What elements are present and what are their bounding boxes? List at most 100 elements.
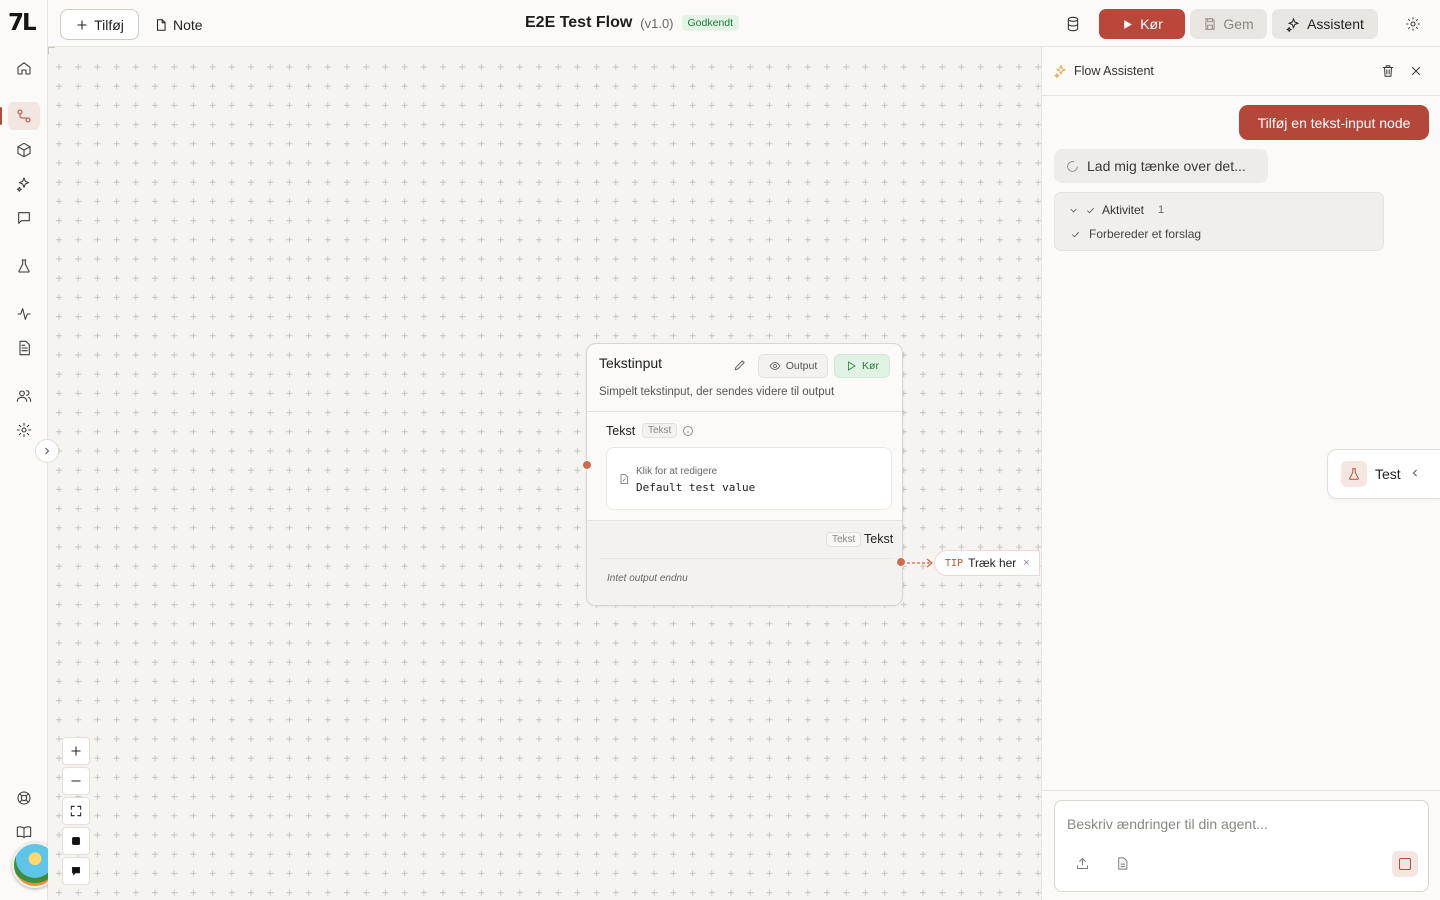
close-icon[interactable]: ×: [1023, 557, 1029, 569]
node-run-button[interactable]: Kør: [834, 354, 890, 378]
settings-button[interactable]: [1401, 12, 1425, 36]
flask-icon: [1341, 461, 1367, 487]
composer-divider: [1042, 790, 1440, 791]
upload-button[interactable]: [1075, 856, 1091, 872]
note-icon: [156, 18, 166, 31]
field-value: Default test value: [636, 481, 756, 494]
attach-document-button[interactable]: [1115, 856, 1131, 872]
activity-item-text: Forbereder et forslag: [1089, 227, 1202, 241]
sidebar-item-assistants[interactable]: [8, 170, 40, 198]
flow-title[interactable]: E2E Test Flow: [525, 14, 632, 32]
node-divider: [587, 411, 902, 412]
assistant-panel: Flow Assistent Tilføj en tekst-input nod…: [1041, 47, 1440, 900]
sidebar-item-tests[interactable]: [8, 252, 40, 280]
sidebar-item-flows[interactable]: [0, 102, 40, 130]
chat-composer: [1054, 800, 1429, 892]
stop-button[interactable]: [1392, 851, 1418, 877]
fit-view-icon: [70, 805, 82, 817]
fit-view-button[interactable]: [62, 797, 90, 825]
save-button[interactable]: Gem: [1190, 9, 1267, 39]
check-icon: [1071, 231, 1080, 237]
text-input-field[interactable]: Klik for at redigere Default test value: [606, 447, 892, 510]
minus-icon: [71, 780, 81, 782]
sidebar-item-support[interactable]: [8, 784, 40, 812]
sparkle-icon: [1286, 17, 1300, 32]
edit-document-icon: [618, 473, 630, 485]
sidebar-item-components[interactable]: [8, 136, 40, 164]
input-type-badge: Tekst: [642, 423, 678, 438]
home-icon: [17, 62, 31, 75]
node-output-button[interactable]: Output: [758, 354, 828, 378]
sidebar-item-chat[interactable]: [8, 204, 40, 232]
plus-icon: [77, 19, 87, 30]
pulse-icon: [17, 308, 31, 320]
test-tab-label: Test: [1375, 466, 1401, 482]
add-button[interactable]: Tilføj: [60, 9, 139, 40]
play-icon: [848, 361, 856, 371]
test-panel-tab[interactable]: Test: [1327, 449, 1440, 499]
lifebuoy-icon: [17, 791, 31, 805]
node-edit-button[interactable]: [733, 358, 749, 374]
flow-title-group: E2E Test Flow (v1.0) Godkendt: [525, 14, 740, 32]
drag-tip: TIP Træk her ×: [934, 550, 1040, 576]
sidebar-item-documents[interactable]: [8, 334, 40, 362]
text-input-node[interactable]: Tekstinput Output Kør Simpelt tekstinput…: [586, 343, 903, 606]
node-output-label: Output: [785, 360, 818, 372]
users-icon: [16, 390, 32, 402]
info-icon[interactable]: [682, 425, 694, 437]
save-button-label: Gem: [1223, 16, 1254, 32]
chat-input[interactable]: [1067, 813, 1417, 835]
run-button-label: Kør: [1140, 16, 1163, 32]
output-label: Tekst: [864, 532, 894, 546]
sidebar-expand-button[interactable]: [35, 439, 59, 463]
activity-label: Aktivitet: [1102, 203, 1145, 217]
spinner-icon: [1067, 160, 1078, 172]
play-icon: [1124, 19, 1133, 29]
check-icon: [1086, 207, 1095, 213]
lock-button[interactable]: [62, 827, 90, 855]
chat-icon: [18, 212, 30, 224]
user-message: Tilføj en tekst-input node: [1239, 105, 1429, 140]
chevron-left-icon: [1409, 466, 1421, 482]
sparkle-icon: [16, 177, 30, 192]
cube-icon: [17, 142, 31, 158]
comment-icon: [71, 866, 81, 876]
zoom-in-button[interactable]: [62, 737, 90, 765]
thinking-text: Lad mig tænke over det...: [1087, 158, 1246, 174]
node-title: Tekstinput: [599, 355, 663, 371]
status-badge: Godkendt: [681, 15, 740, 31]
run-button[interactable]: Kør: [1099, 9, 1185, 39]
node-description: Simpelt tekstinput, der sendes videre ti…: [599, 386, 835, 398]
assistant-thinking: Lad mig tænke over det...: [1054, 149, 1268, 183]
input-label: Tekst: [606, 424, 636, 438]
gear-icon: [16, 422, 32, 438]
sidebar-item-home[interactable]: [8, 54, 40, 82]
drag-connector-line: [907, 558, 933, 568]
sidebar-item-settings[interactable]: [8, 416, 40, 444]
chevron-right-icon: [45, 447, 50, 455]
canvas-controls: [62, 737, 90, 887]
note-button[interactable]: Note: [154, 9, 218, 40]
save-icon: [1205, 18, 1215, 30]
assistant-button[interactable]: Assistent: [1272, 9, 1378, 39]
book-icon: [16, 826, 32, 838]
panel-title: Flow Assistent: [1074, 64, 1154, 78]
panel-header: Flow Assistent: [1042, 47, 1440, 96]
sidebar-item-activity[interactable]: [8, 300, 40, 328]
output-empty-text: Intet output endnu: [607, 573, 688, 584]
app-logo[interactable]: 7L: [8, 10, 40, 38]
flow-version: (v1.0): [640, 15, 674, 31]
sparkle-icon: [1054, 64, 1068, 79]
comment-button[interactable]: [62, 857, 90, 885]
node-run-label: Kør: [862, 360, 879, 372]
zoom-out-button[interactable]: [62, 767, 90, 795]
clear-chat-button[interactable]: [1381, 64, 1397, 80]
input-handle[interactable]: [582, 460, 592, 470]
database-icon: [1067, 16, 1079, 32]
database-button[interactable]: [1061, 12, 1085, 36]
top-bar: Tilføj Note E2E Test Flow (v1.0) Godkend…: [48, 0, 1440, 47]
activity-toggle[interactable]: Aktivitet 1: [1068, 203, 1164, 217]
document-icon: [19, 340, 30, 356]
sidebar-item-users[interactable]: [8, 382, 40, 410]
close-panel-button[interactable]: [1409, 64, 1425, 80]
